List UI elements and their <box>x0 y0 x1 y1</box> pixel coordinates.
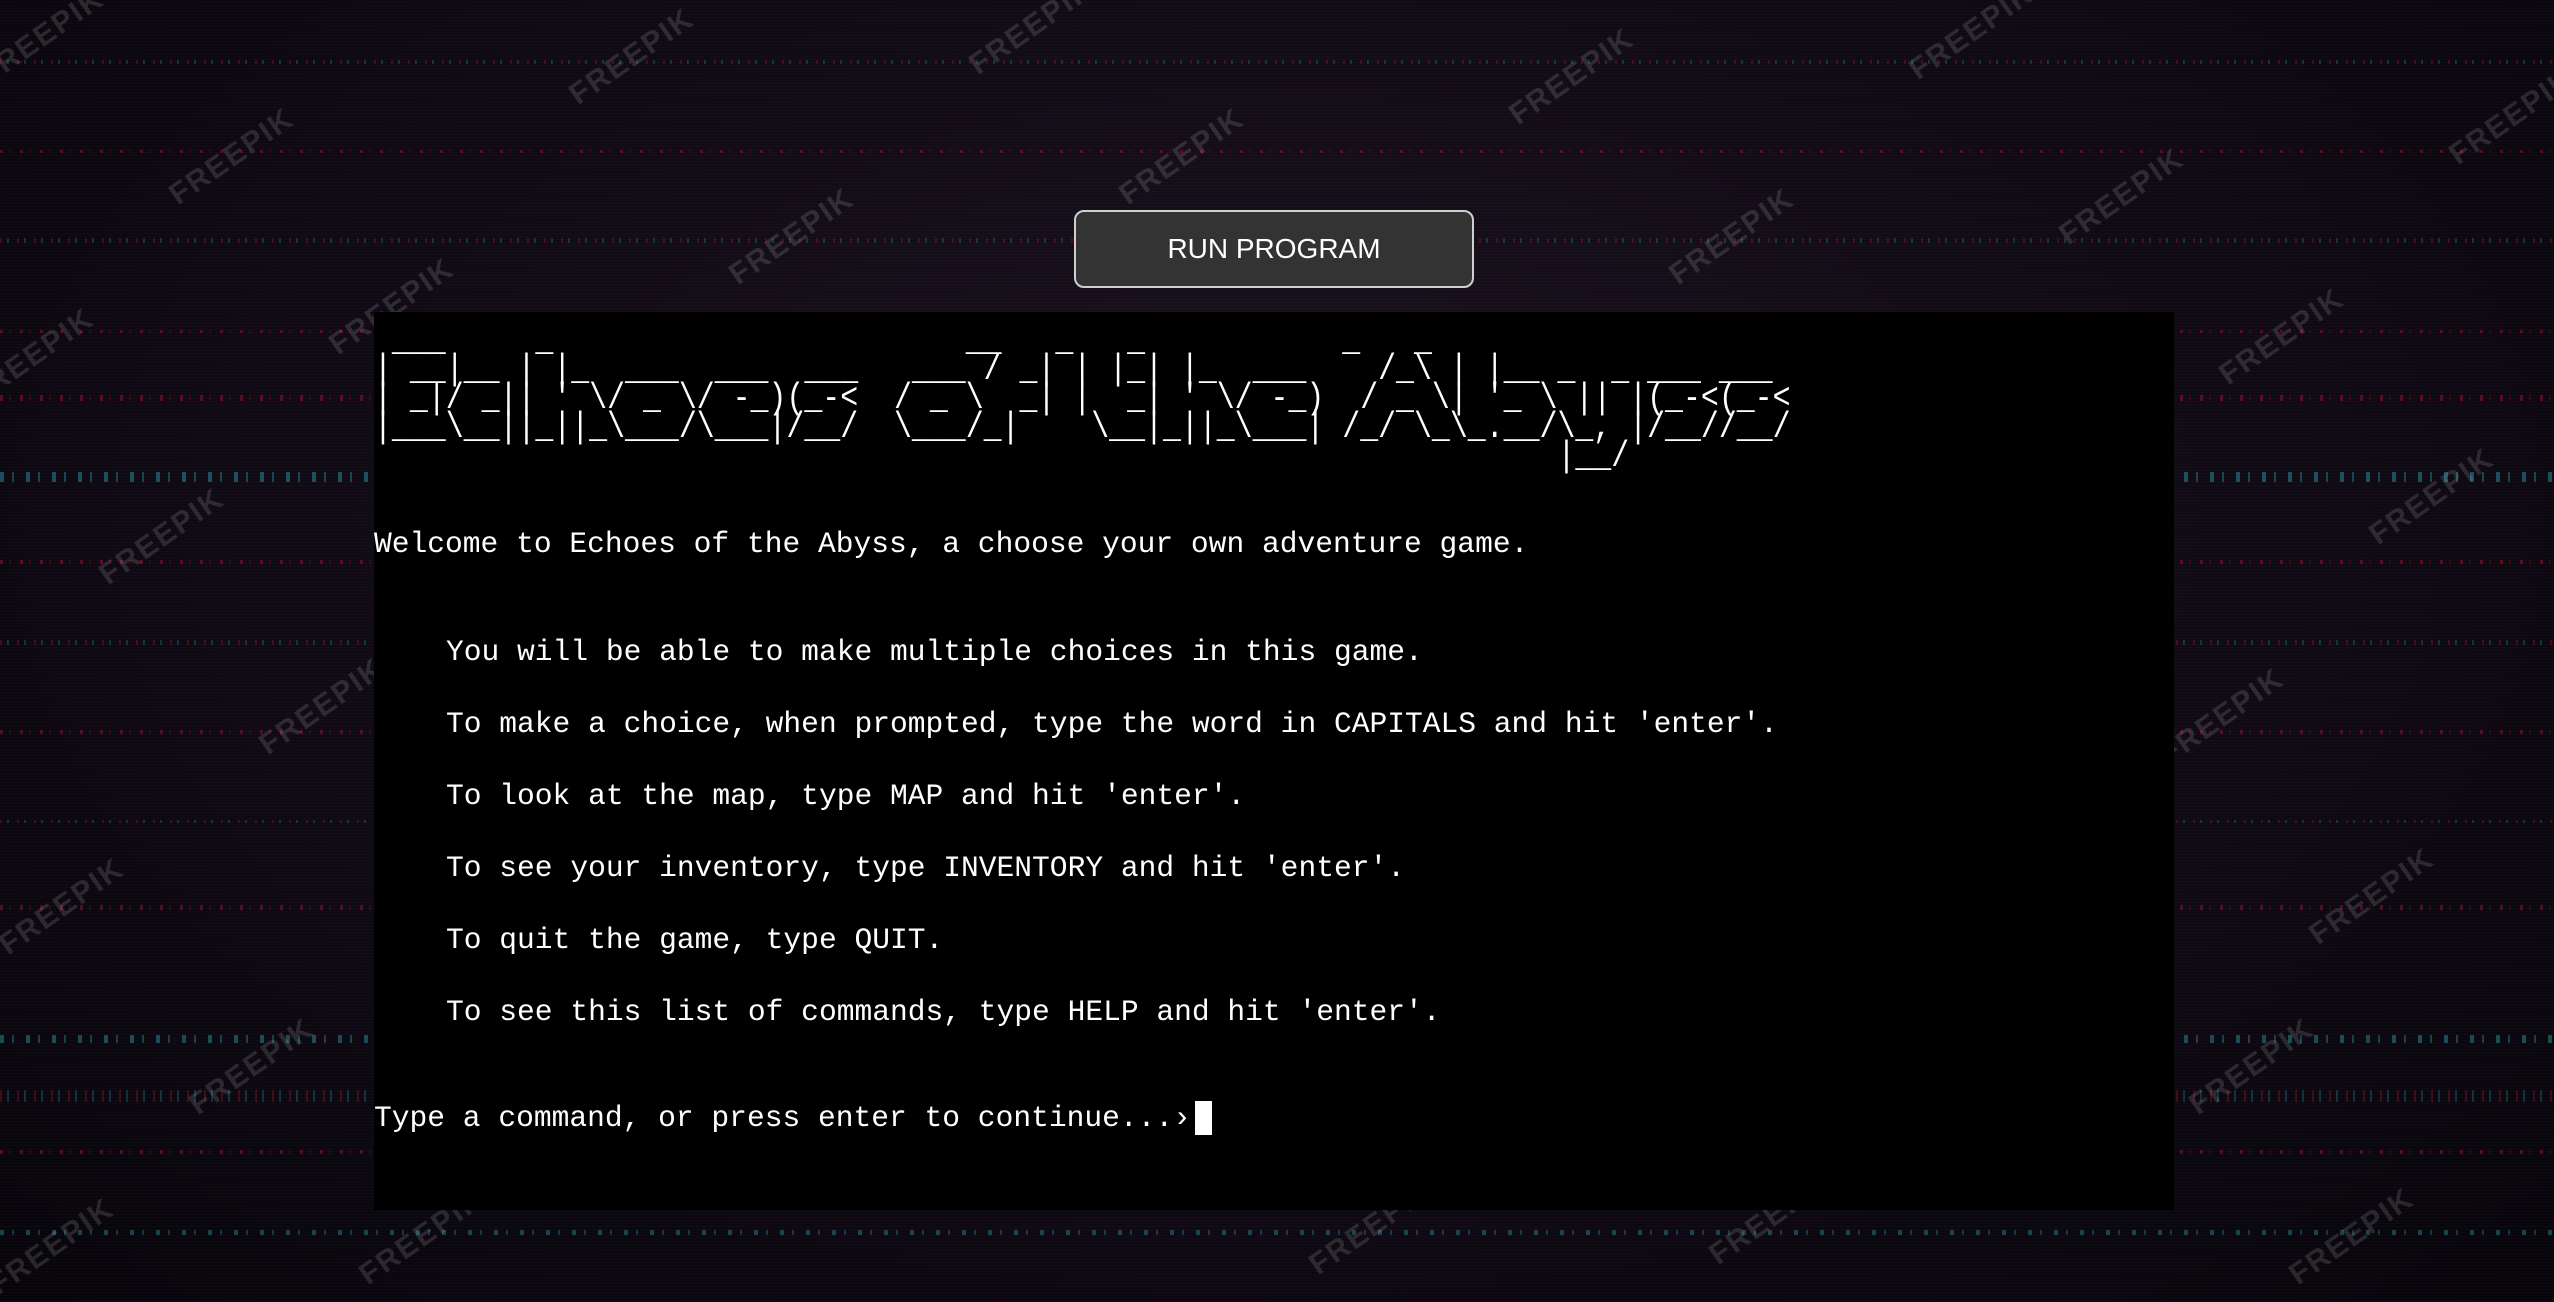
watermark: FREEPIK <box>1503 21 1641 132</box>
prompt-text: Type a command, or press enter to contin… <box>374 1101 1191 1135</box>
watermark: FREEPIK <box>2183 1011 2321 1122</box>
watermark: FREEPIK <box>2213 281 2351 392</box>
watermark: FREEPIK <box>1663 181 1801 292</box>
glitch-band <box>0 60 2554 64</box>
watermark: FREEPIK <box>2363 441 2501 552</box>
terminal[interactable]: ___ _ __ _ _ _ _ | __|__ | |_ ___ ___ __… <box>374 312 2174 1210</box>
watermark: FREEPIK <box>93 481 231 592</box>
glitch-band <box>0 150 2554 153</box>
watermark: FREEPIK <box>0 1191 121 1302</box>
instruction-line: To see this list of commands, type HELP … <box>446 995 1441 1029</box>
run-program-button[interactable]: RUN PROGRAM <box>1074 210 1474 288</box>
watermark: FREEPIK <box>0 0 111 92</box>
watermark: FREEPIK <box>563 1 701 112</box>
watermark: FREEPIK <box>2443 61 2554 172</box>
watermark: FREEPIK <box>723 181 861 292</box>
instruction-line: To see your inventory, type INVENTORY an… <box>446 851 1405 885</box>
instruction-line: To make a choice, when prompted, type th… <box>446 707 1778 741</box>
text-cursor[interactable] <box>1194 1101 1212 1135</box>
welcome-text: Welcome to Echoes of the Abyss, a choose… <box>374 527 1529 561</box>
watermark: FREEPIK <box>963 0 1101 82</box>
command-prompt[interactable]: Type a command, or press enter to contin… <box>374 1100 1212 1136</box>
watermark: FREEPIK <box>183 1011 321 1122</box>
watermark: FREEPIK <box>2053 141 2191 252</box>
instruction-line: To look at the map, type MAP and hit 'en… <box>446 779 1246 813</box>
watermark: FREEPIK <box>2283 1181 2421 1292</box>
watermark: FREEPIK <box>253 651 391 762</box>
instruction-line: You will be able to make multiple choice… <box>446 635 1423 669</box>
watermark: FREEPIK <box>1903 0 2041 87</box>
watermark: FREEPIK <box>1113 101 1251 212</box>
watermark: FREEPIK <box>163 101 301 212</box>
watermark: FREEPIK <box>2303 841 2441 952</box>
instruction-line: To quit the game, type QUIT. <box>446 923 944 957</box>
ascii-title: ___ _ __ _ _ _ _ | __|__ | |_ ___ ___ __… <box>374 320 1791 477</box>
glitch-band <box>0 1230 2554 1235</box>
